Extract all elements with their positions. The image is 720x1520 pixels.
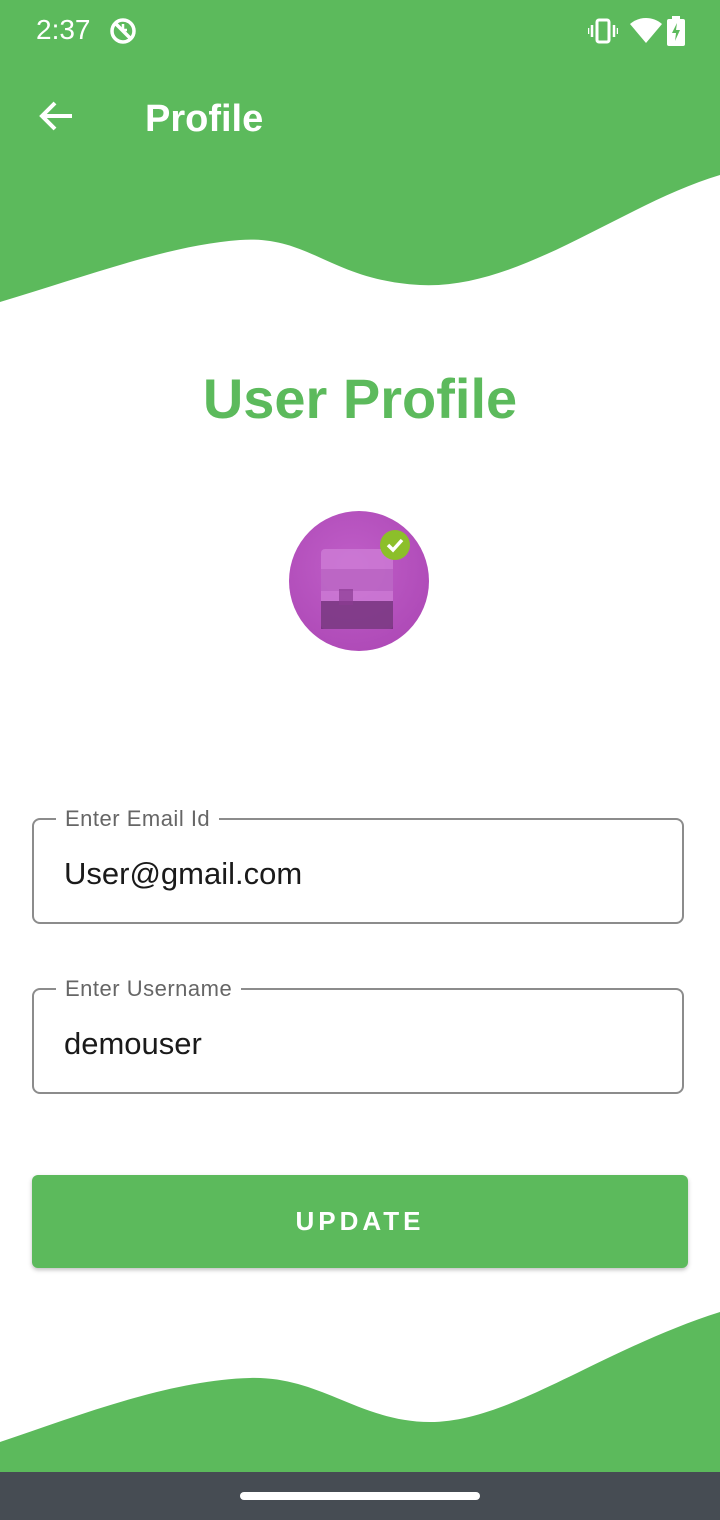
profile-avatar[interactable] — [289, 511, 429, 651]
wifi-icon — [630, 18, 662, 49]
footer-wave — [0, 1312, 720, 1472]
status-time: 2:37 — [36, 14, 91, 45]
app-bar-title: Profile — [145, 98, 264, 140]
puzzle-profile-icon — [321, 530, 410, 629]
sync-off-icon — [108, 16, 138, 51]
vibrate-icon — [587, 18, 619, 49]
email-field-label: Enter Email Id — [56, 806, 220, 832]
username-field: Enter Username — [32, 976, 684, 1094]
page-heading: User Profile — [202, 367, 518, 430]
username-input[interactable] — [64, 1024, 654, 1064]
email-input[interactable] — [64, 854, 654, 894]
back-button[interactable] — [26, 86, 86, 146]
navigation-bar — [0, 1472, 720, 1520]
status-bar: 2:37 — [0, 0, 720, 64]
arrow-back-icon — [39, 101, 72, 131]
username-field-label: Enter Username — [56, 976, 242, 1002]
update-button[interactable]: UPDATE — [32, 1175, 688, 1268]
app-bar: Profile — [0, 70, 720, 170]
home-gesture-handle[interactable] — [240, 1492, 480, 1500]
battery-charging-icon — [667, 16, 685, 51]
email-field: Enter Email Id — [32, 806, 684, 924]
